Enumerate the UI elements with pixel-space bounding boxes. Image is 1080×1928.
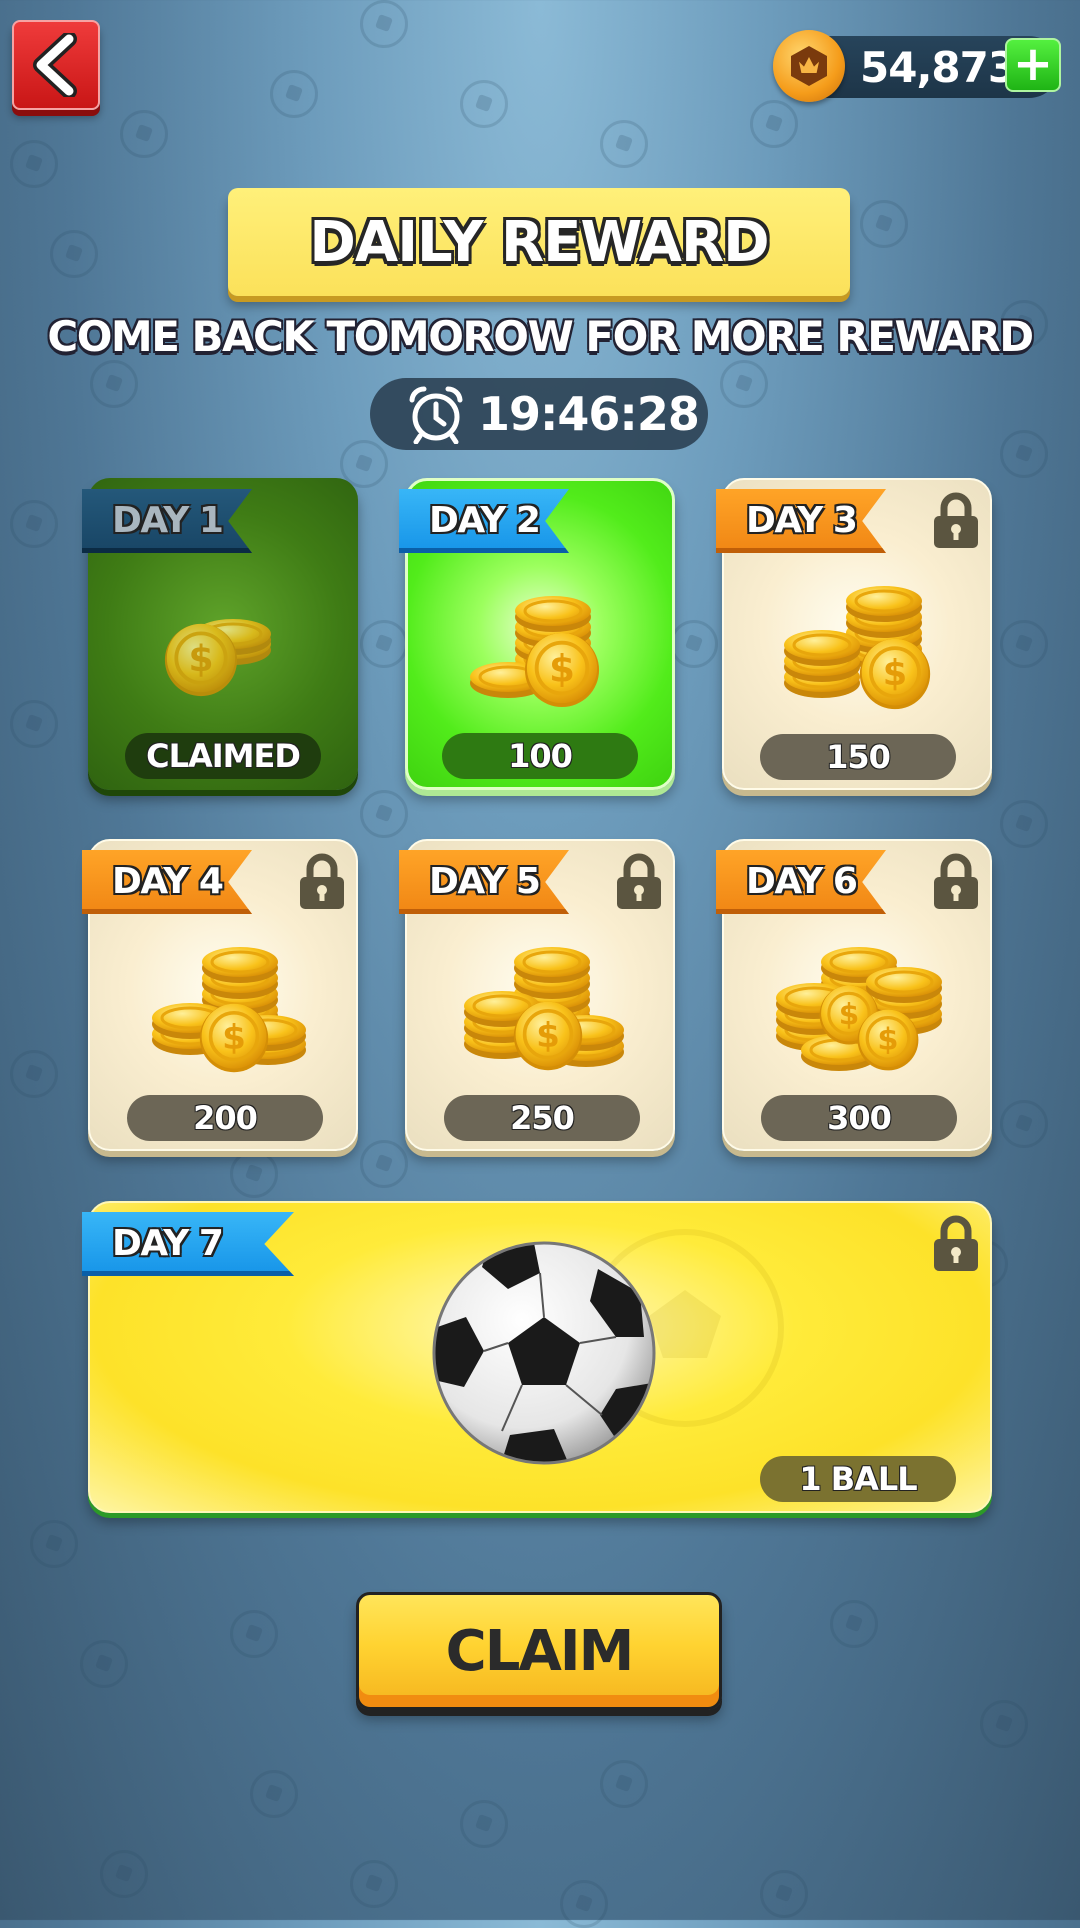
alarm-clock-icon	[409, 386, 463, 444]
gold-coin-stack-icon	[462, 945, 626, 1072]
soccer-ball-icon	[432, 1241, 656, 1465]
gold-coin-stack-icon	[782, 584, 932, 711]
day-ribbon-7: DAY 7	[82, 1212, 294, 1276]
reward-value: 1 BALL	[760, 1456, 956, 1502]
day-ribbon-6: DAY 6	[716, 850, 886, 914]
reward-value: 250	[444, 1095, 640, 1141]
page-title: DAILY REWARD	[309, 209, 769, 275]
reward-value: 150	[760, 734, 956, 780]
reward-value: 300	[761, 1095, 957, 1141]
title-banner: DAILY REWARD	[228, 188, 850, 296]
back-button[interactable]	[12, 20, 100, 110]
timer-value: 19:46:28	[478, 387, 700, 441]
reward-value: 200	[127, 1095, 323, 1141]
padlock-icon	[934, 853, 978, 909]
day-ribbon-5: DAY 5	[399, 850, 569, 914]
claim-button[interactable]: CLAIM	[356, 1592, 722, 1710]
crown-coin-icon	[773, 30, 845, 102]
padlock-icon	[934, 1215, 978, 1271]
coin-balance: 54,873	[860, 43, 1017, 92]
reward-value: 100	[442, 733, 638, 779]
reward-value: CLAIMED	[125, 733, 321, 779]
day-ribbon-4: DAY 4	[82, 850, 252, 914]
add-coins-button[interactable]: +	[1005, 38, 1061, 92]
subtitle: COME BACK TOMOROW FOR MORE REWARD	[47, 312, 1034, 361]
padlock-icon	[617, 853, 661, 909]
back-arrow-icon	[33, 33, 77, 97]
day-ribbon-2: DAY 2	[399, 489, 569, 553]
day-ribbon-1: DAY 1	[82, 489, 252, 553]
padlock-icon	[300, 853, 344, 909]
gold-coin-stack-icon	[163, 617, 273, 698]
day-ribbon-3: DAY 3	[716, 489, 886, 553]
gold-coin-stack-icon	[468, 594, 601, 709]
gold-coin-stack-icon	[150, 945, 308, 1074]
gold-coin-stack-icon	[774, 945, 944, 1072]
padlock-icon	[934, 492, 978, 548]
